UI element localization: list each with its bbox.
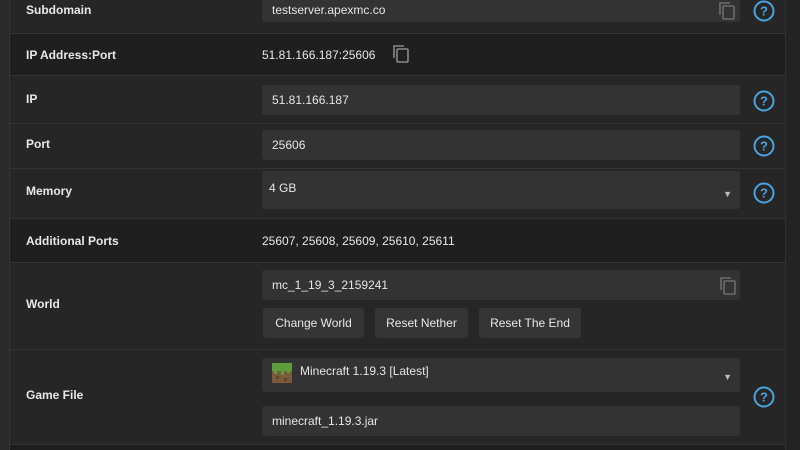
reset-nether-button[interactable]: Reset Nether <box>375 308 468 338</box>
server-settings-panel: Subdomain testserver.apexmc.co ? IP Addr… <box>0 0 800 450</box>
scrollbar-track[interactable] <box>785 0 800 450</box>
game-jar-value: minecraft_1.19.3.jar <box>272 414 379 428</box>
reset-the-end-button[interactable]: Reset The End <box>479 308 581 338</box>
row-ip: IP 51.81.166.187 ? <box>10 76 785 124</box>
port-field[interactable]: 25606 <box>262 130 740 160</box>
svg-text:?: ? <box>760 139 768 154</box>
ip-value: 51.81.166.187 <box>272 93 349 107</box>
left-edge <box>0 0 10 450</box>
row-port: Port 25606 ? <box>10 124 785 169</box>
help-icon[interactable]: ? <box>753 135 775 157</box>
world-field[interactable]: mc_1_19_3_2159241 <box>262 270 740 300</box>
help-icon[interactable]: ? <box>753 0 775 22</box>
subdomain-field[interactable]: testserver.apexmc.co <box>262 0 740 22</box>
help-icon[interactable]: ? <box>753 182 775 204</box>
memory-label: Memory <box>26 184 73 198</box>
world-value: mc_1_19_3_2159241 <box>272 278 389 292</box>
svg-text:?: ? <box>760 4 768 19</box>
chevron-down-icon: ▼ <box>723 189 732 199</box>
row-memory: Memory 4 GB ▼ ? <box>10 169 785 219</box>
port-value: 25606 <box>272 138 306 152</box>
grass-block-icon <box>272 363 292 383</box>
game-version-select[interactable]: Minecraft 1.19.3 [Latest] ▼ <box>262 358 740 392</box>
subdomain-value: testserver.apexmc.co <box>272 3 386 17</box>
additional-ports-label: Additional Ports <box>26 234 119 248</box>
ip-port-label: IP Address:Port <box>26 48 117 62</box>
subdomain-label: Subdomain <box>26 3 92 17</box>
world-label: World <box>26 297 60 311</box>
ip-port-value: 51.81.166.187:25606 <box>262 48 376 62</box>
svg-text:?: ? <box>760 186 768 201</box>
copy-icon[interactable] <box>392 44 410 64</box>
help-icon[interactable]: ? <box>753 386 775 408</box>
row-ip-address-port: IP Address:Port 51.81.166.187:25606 <box>10 34 785 76</box>
svg-text:?: ? <box>760 390 768 405</box>
row-game-file: Game File Minecraft 1.19.3 [Latest] ▼ mi… <box>10 350 785 445</box>
row-subdomain: Subdomain testserver.apexmc.co ? <box>10 0 785 34</box>
additional-ports-value: 25607, 25608, 25609, 25610, 25611 <box>262 234 455 248</box>
chevron-down-icon: ▼ <box>723 372 732 382</box>
row-additional-ports: Additional Ports 25607, 25608, 25609, 25… <box>10 219 785 263</box>
help-icon[interactable]: ? <box>753 90 775 112</box>
ip-field[interactable]: 51.81.166.187 <box>262 85 740 115</box>
port-label: Port <box>26 137 50 151</box>
game-version-value: Minecraft 1.19.3 [Latest] <box>300 364 429 378</box>
change-world-button[interactable]: Change World <box>263 308 364 338</box>
memory-select[interactable]: 4 GB ▼ <box>262 171 740 209</box>
memory-value: 4 GB <box>269 181 297 195</box>
game-jar-field[interactable]: minecraft_1.19.3.jar <box>262 406 740 436</box>
copy-icon[interactable] <box>719 276 737 296</box>
svg-text:?: ? <box>760 94 768 109</box>
row-world: World mc_1_19_3_2159241 Change World Res… <box>10 263 785 350</box>
ip-label: IP <box>26 92 38 106</box>
copy-icon[interactable] <box>718 1 736 21</box>
game-file-label: Game File <box>26 388 84 402</box>
